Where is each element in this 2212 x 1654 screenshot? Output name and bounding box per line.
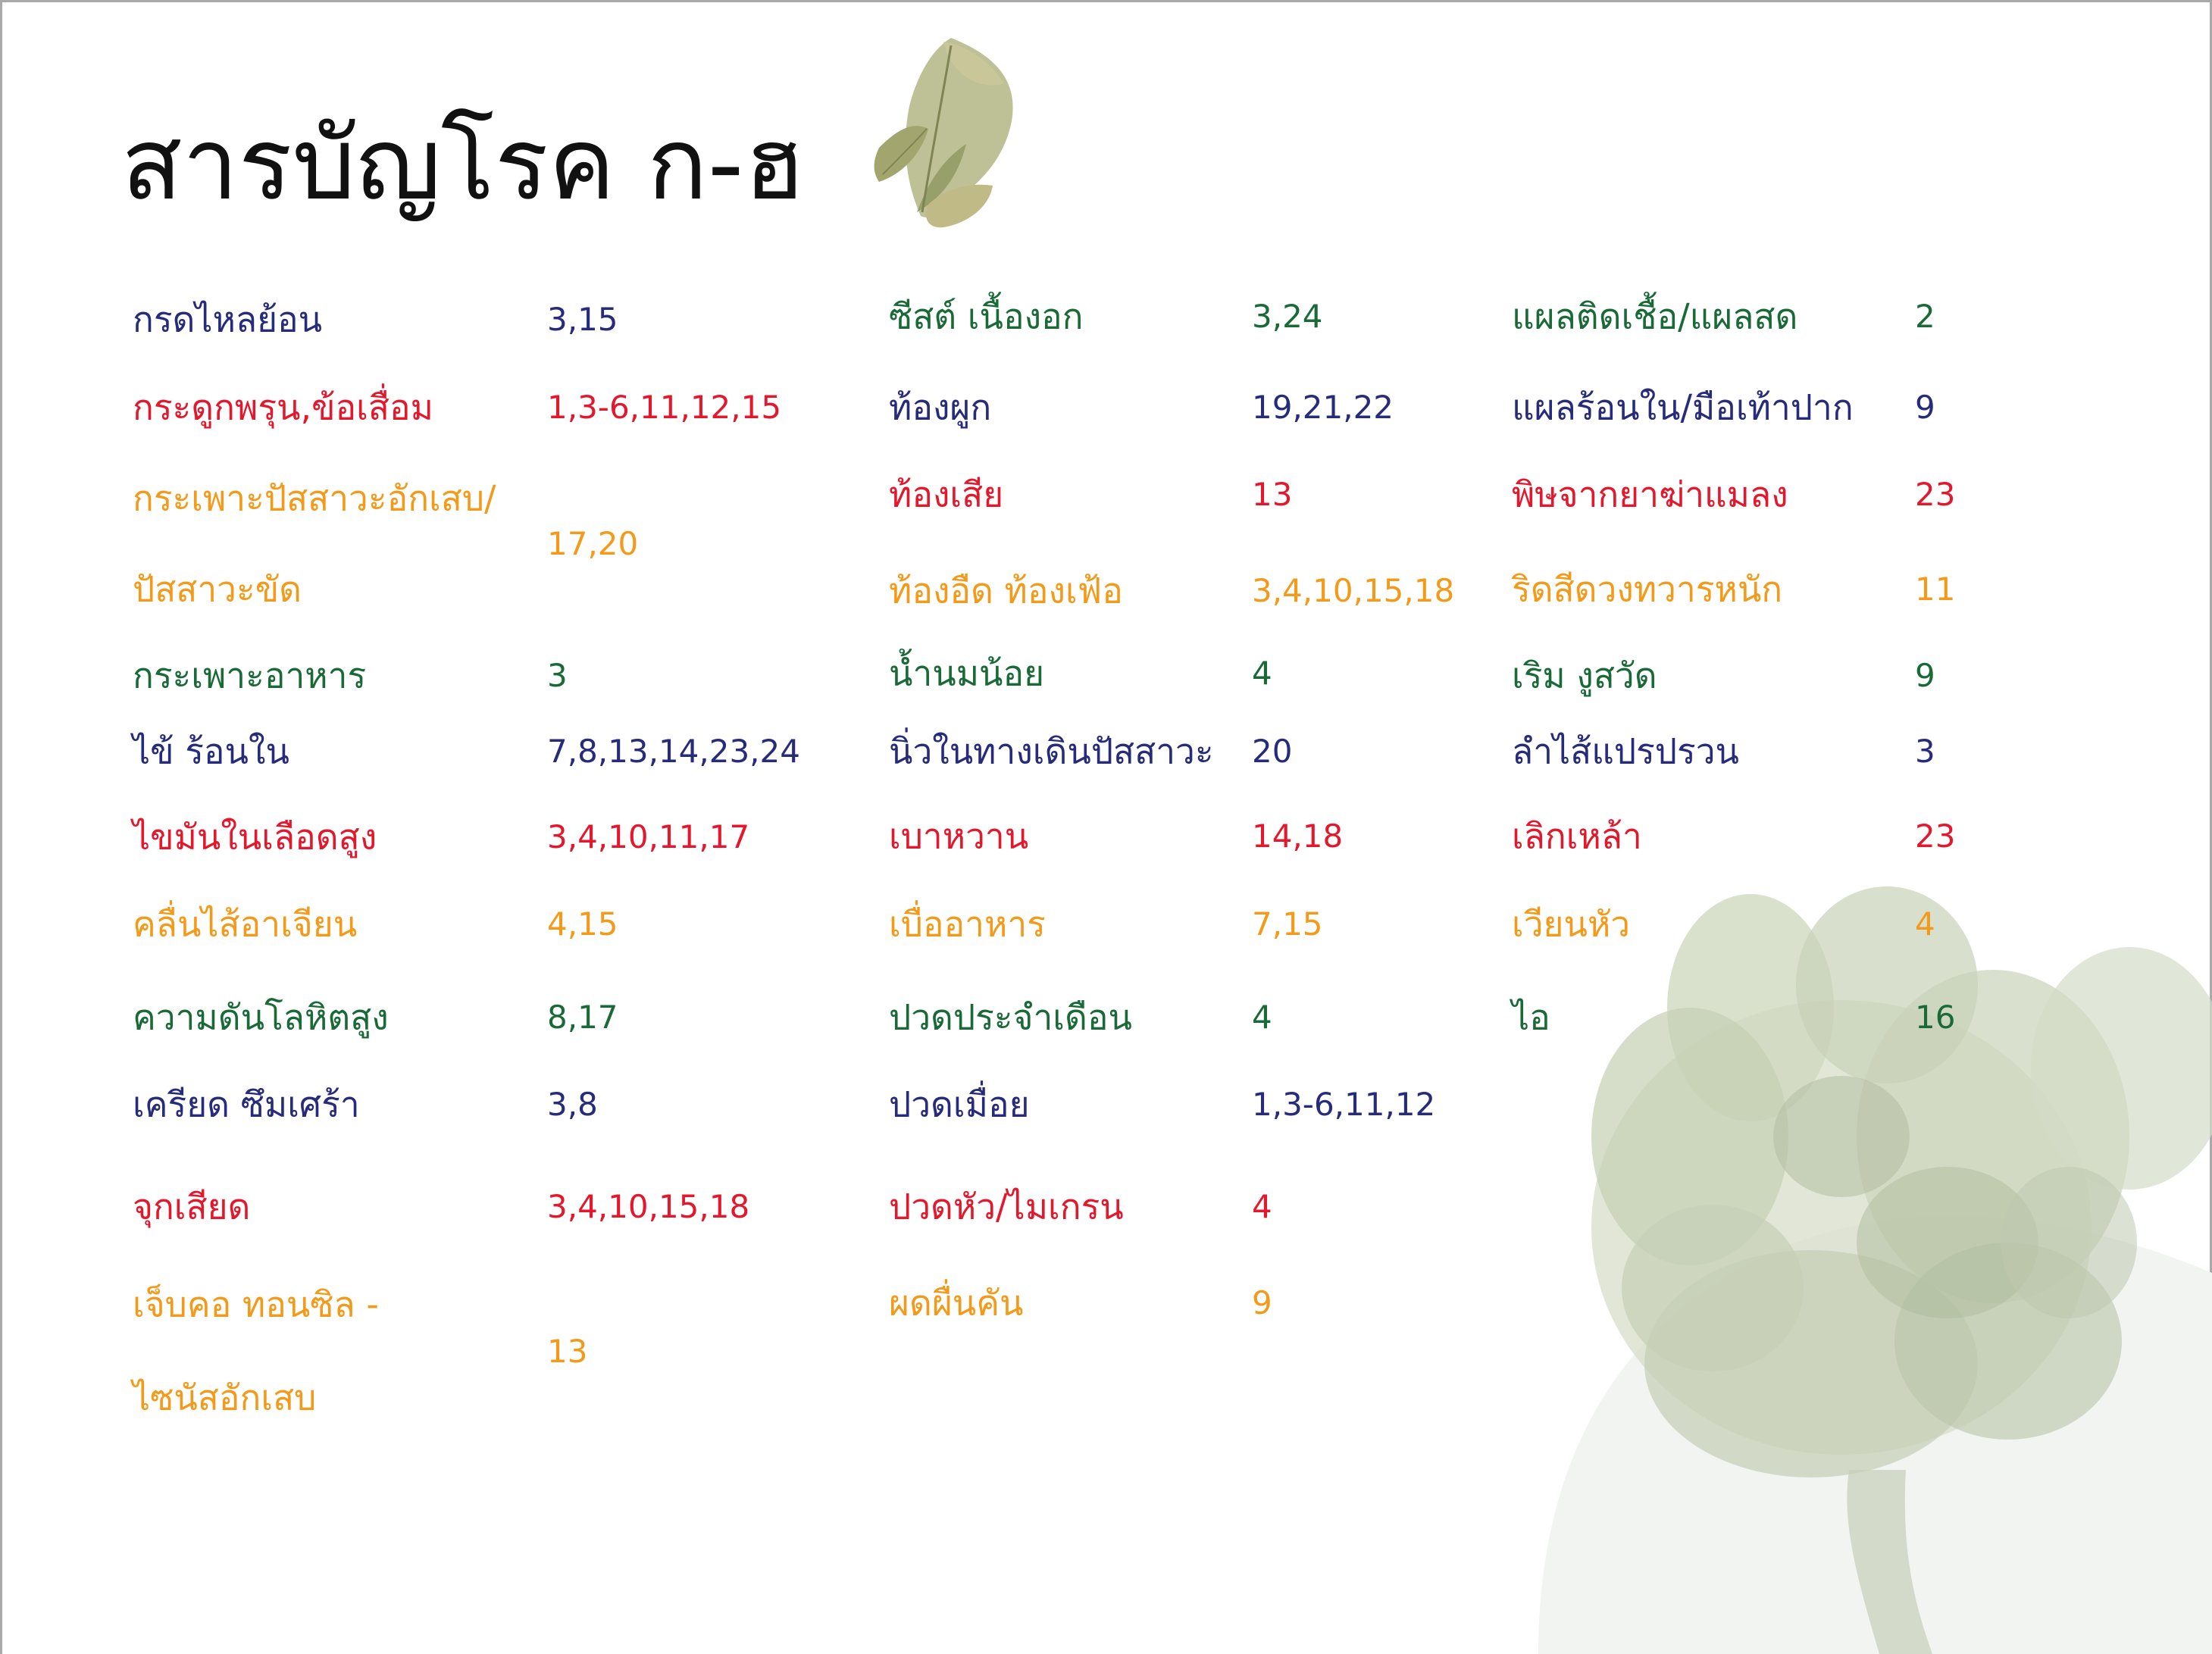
index-entry-name: แผลร้อนใน/มือเท้าปาก [1512,386,1854,428]
index-entry-name: ปวดหัว/ไมเกรน [889,1186,1124,1227]
index-entry-pages: 4 [1252,654,1272,692]
index-entry-name: ผดผื่นคัน [889,1282,1024,1324]
index-entry-name: ซีสต์ เนื้องอก [889,295,1084,337]
index-entry-pages: 23 [1915,475,1956,513]
index-entry-name: ไอ [1512,996,1550,1038]
page-title: สารบัญโรค ก-ฮ [121,106,806,223]
index-entry-name: กระเพาะปัสสาวะอักเสบ/ [133,477,496,519]
index-entry-pages: 4 [1252,998,1272,1036]
index-entry-name-continued: ปัสสาวะขัด [133,568,302,610]
index-entry-pages: 14,18 [1252,817,1344,855]
leaf-illustration [874,38,1013,228]
index-entry-name: เบื่ออาหาร [889,903,1046,945]
index-entry-pages: 3,4,10,15,18 [547,1187,750,1225]
index-entry-name: เลิกเหล้า [1512,815,1642,857]
index-entry-pages: 23 [1915,817,1956,855]
index-entry-pages: 4,15 [547,905,618,943]
index-entry-name: เริม งูสวัด [1512,655,1657,696]
index-entry-name: กรดไหลย้อน [133,299,323,340]
index-entry-name: ปวดประจำเดือน [889,996,1132,1038]
index-entry-name: น้ำนมน้อย [889,652,1045,694]
index-entry-name: ริดสีดวงทวารหนัก [1512,568,1783,610]
index-entry-pages: 1,3-6,11,12 [1252,1085,1436,1123]
index-entry-pages: 7,15 [1252,905,1323,943]
index-entry-name: ท้องผูก [889,386,992,428]
index-entry-pages: 3,8 [547,1085,598,1123]
index-entry-pages: 4 [1915,905,1935,943]
index-entry-pages: 9 [1252,1283,1272,1321]
index-entry-pages: 2 [1915,297,1935,335]
index-entry-name: ท้องเสีย [889,474,1004,515]
index-entry-pages: 8,17 [547,998,618,1036]
index-entry-name: ความดันโลหิตสูง [133,996,389,1038]
index-entry-pages: 20 [1252,732,1293,770]
index-entry-name: เวียนหัว [1512,903,1631,945]
index-entry-pages: 3 [1915,732,1935,770]
index-entry-pages: 4 [1252,1187,1272,1225]
index-entry-name: จุกเสียด [133,1186,251,1227]
index-entry-pages: 3,4,10,11,17 [547,818,750,855]
index-entry-name: ลำไส้แปรปรวน [1512,730,1739,772]
index-entry-name: คลื่นไส้อาเจียน [133,903,358,945]
index-entry-pages: 13 [547,1332,588,1370]
index-entry-name: เบาหวาน [889,815,1029,857]
index-entry-pages: 19,21,22 [1252,388,1394,426]
index-entry-name: พิษจากยาฆ่าแมลง [1512,474,1788,515]
index-entry-pages: 3,24 [1252,297,1323,335]
index-entry-pages: 13 [1252,475,1293,513]
index-entry-name: เจ็บคอ ทอนซิล - [133,1283,379,1325]
index-entry-name-continued: ไซนัสอักเสบ [133,1377,317,1418]
index-entry-name: เครียด ซึมเศร้า [133,1083,360,1125]
index-entry-pages: 3,15 [547,300,618,338]
index-entry-pages: 7,8,13,14,23,24 [547,732,800,770]
index-entry-pages: 3,4,10,15,18 [1252,571,1455,609]
index-entry-pages: 9 [1915,388,1935,426]
index-entry-name: กระเพาะอาหาร [133,655,367,696]
index-entry-pages: 16 [1915,998,1956,1036]
index-entry-pages: 11 [1915,570,1956,608]
index-entry-name: นิ่วในทางเดินปัสสาวะ [889,730,1214,772]
index-entry-name: ไขมันในเลือดสูง [133,816,377,858]
index-entry-pages: 17,20 [547,524,639,562]
index-entry-pages: 1,3-6,11,12,15 [547,388,782,426]
index-entry-name: กระดูกพรุน,ข้อเสื่อม [133,386,433,428]
index-entry-name: ไข้ ร้อนใน [133,730,289,772]
index-entry-name: ปวดเมื่อย [889,1083,1030,1125]
index-entry-name: แผลติดเชื้อ/แผลสด [1512,295,1798,337]
index-entry-pages: 9 [1915,656,1935,694]
index-entry-name: ท้องอืด ท้องเฟ้อ [889,570,1123,611]
index-entry-pages: 3 [547,656,568,694]
